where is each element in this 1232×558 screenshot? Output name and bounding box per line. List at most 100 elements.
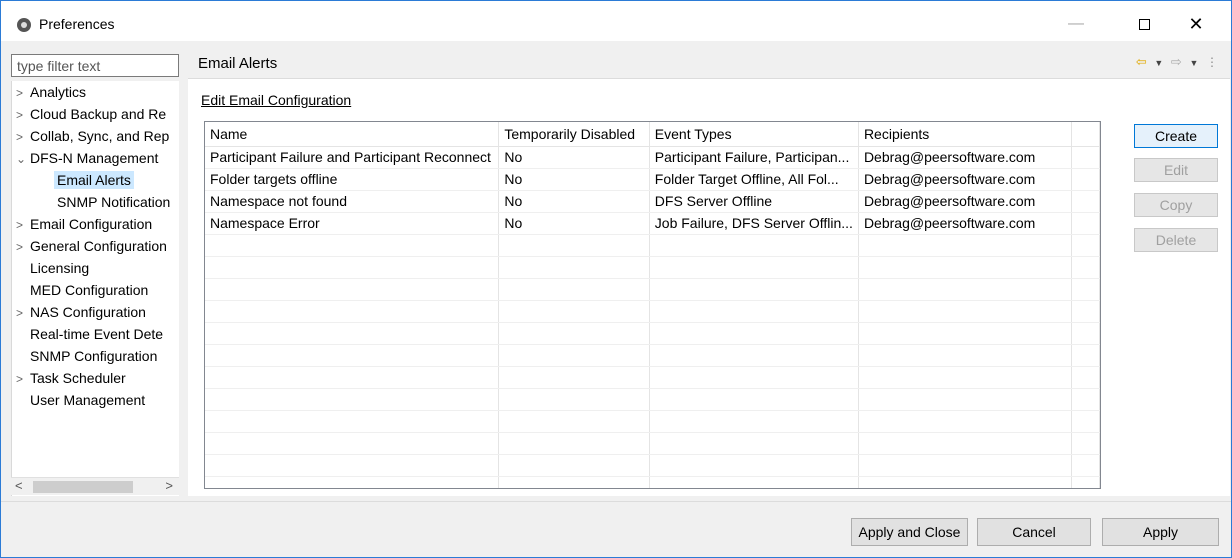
bottom-separator xyxy=(1,501,1231,502)
cell-temporarily-disabled: No xyxy=(498,168,650,191)
expand-icon[interactable]: > xyxy=(16,214,30,236)
tree-item-label: SNMP Notification xyxy=(57,194,171,210)
title-bar: Preferences — ✕ xyxy=(1,1,1231,41)
copy-button[interactable]: Copy xyxy=(1134,193,1218,217)
tree-item-cloud-backup[interactable]: > Cloud Backup and Re xyxy=(16,103,166,125)
table-row[interactable]: Folder targets offline No Folder Target … xyxy=(205,168,1100,191)
empty-table-row xyxy=(205,344,1100,367)
tree-item-nas-configuration[interactable]: > NAS Configuration xyxy=(16,301,146,323)
cell-empty xyxy=(1071,168,1100,191)
create-button[interactable]: Create xyxy=(1134,124,1218,148)
cell-name: Namespace not found xyxy=(205,190,500,213)
tree-item-analytics[interactable]: > Analytics xyxy=(16,81,86,103)
page-navigation: ⇦ ▼ ⇨ ▼ ⋮ xyxy=(1132,54,1218,70)
empty-table-row xyxy=(205,454,1100,477)
minimize-button[interactable]: — xyxy=(1053,9,1099,39)
tree-item-licensing[interactable]: Licensing xyxy=(30,257,89,279)
tree-item-label: Collab, Sync, and Rep xyxy=(30,128,170,144)
cell-temporarily-disabled: No xyxy=(498,146,650,169)
tree-item-label: DFS-N Management xyxy=(30,150,159,166)
back-dropdown-icon[interactable]: ▼ xyxy=(1154,58,1163,68)
expand-icon[interactable]: > xyxy=(16,82,30,104)
empty-table-row xyxy=(205,322,1100,345)
tree-item-real-time-event[interactable]: Real-time Event Dete xyxy=(30,323,163,345)
empty-table-row xyxy=(205,278,1100,301)
tree-item-label: SNMP Configuration xyxy=(30,348,158,364)
minimize-icon: — xyxy=(1068,15,1084,32)
tree-horizontal-scrollbar[interactable]: < > xyxy=(11,477,179,495)
tree-item-label: Real-time Event Dete xyxy=(30,326,164,342)
tree-item-email-alerts[interactable]: Email Alerts xyxy=(54,169,134,191)
delete-button[interactable]: Delete xyxy=(1134,228,1218,252)
cell-event-types: Folder Target Offline, All Fol... xyxy=(649,168,859,191)
table-row[interactable]: Namespace not found No DFS Server Offlin… xyxy=(205,190,1100,213)
tree-item-email-configuration[interactable]: > Email Configuration xyxy=(16,213,152,235)
preferences-window: Preferences — ✕ >Analytics >Cloud Backup… xyxy=(0,0,1232,558)
scroll-thumb[interactable] xyxy=(33,481,133,493)
expand-icon[interactable]: > xyxy=(16,126,30,148)
tree-item-label: Email Configuration xyxy=(30,216,153,232)
expand-icon[interactable]: > xyxy=(16,302,30,324)
cell-empty xyxy=(1071,212,1100,235)
close-button[interactable]: ✕ xyxy=(1173,9,1219,39)
maximize-button[interactable] xyxy=(1121,9,1167,39)
cell-name: Namespace Error xyxy=(205,212,500,235)
tree-item-label: User Management xyxy=(30,392,146,408)
column-header-recipients[interactable]: Recipients xyxy=(858,122,1073,147)
column-header-empty xyxy=(1071,122,1100,147)
table-header-row: Name Temporarily Disabled Event Types Re… xyxy=(205,122,1100,147)
scroll-left-icon[interactable]: < xyxy=(15,478,23,493)
empty-table-row xyxy=(205,410,1100,433)
tree-item-dfs-n-management[interactable]: ⌄ DFS-N Management xyxy=(16,147,158,169)
tree-item-label: MED Configuration xyxy=(30,282,149,298)
column-header-event-types[interactable]: Event Types xyxy=(649,122,859,147)
cell-temporarily-disabled: No xyxy=(498,190,650,213)
empty-table-row xyxy=(205,366,1100,389)
forward-dropdown-icon[interactable]: ▼ xyxy=(1189,58,1198,68)
cell-recipients: Debrag@peersoftware.com xyxy=(858,168,1073,191)
scroll-right-icon[interactable]: > xyxy=(165,478,173,493)
window-title: Preferences xyxy=(39,16,115,32)
forward-arrow-icon[interactable]: ⇨ xyxy=(1171,54,1182,70)
expand-icon[interactable]: > xyxy=(16,236,30,258)
column-header-name[interactable]: Name xyxy=(205,122,500,147)
tree-item-collab-sync[interactable]: > Collab, Sync, and Rep xyxy=(16,125,169,147)
tree-item-user-management[interactable]: User Management xyxy=(30,389,145,411)
edit-email-configuration-link[interactable]: Edit Email Configuration xyxy=(201,92,351,108)
table-row[interactable]: Namespace Error No Job Failure, DFS Serv… xyxy=(205,212,1100,235)
cancel-button[interactable]: Cancel xyxy=(977,518,1091,546)
page-title: Email Alerts xyxy=(198,55,278,72)
cell-recipients: Debrag@peersoftware.com xyxy=(858,190,1073,213)
cell-empty xyxy=(1071,190,1100,213)
empty-table-row xyxy=(205,432,1100,455)
edit-button[interactable]: Edit xyxy=(1134,158,1218,182)
cell-empty xyxy=(1071,146,1100,169)
empty-table-row xyxy=(205,300,1100,323)
tree-item-snmp-configuration[interactable]: SNMP Configuration xyxy=(30,345,157,367)
empty-table-row xyxy=(205,256,1100,279)
collapse-icon[interactable]: ⌄ xyxy=(16,148,30,170)
table-row[interactable]: Participant Failure and Participant Reco… xyxy=(205,146,1100,169)
cell-name: Participant Failure and Participant Reco… xyxy=(205,146,500,169)
view-menu-icon[interactable]: ⋮ xyxy=(1206,55,1218,69)
tree-item-general-configuration[interactable]: > General Configuration xyxy=(16,235,167,257)
empty-table-row xyxy=(205,388,1100,411)
tree-item-task-scheduler[interactable]: > Task Scheduler xyxy=(16,367,126,389)
back-arrow-icon[interactable]: ⇦ xyxy=(1136,54,1147,70)
cell-event-types: Participant Failure, Participan... xyxy=(649,146,859,169)
expand-icon[interactable]: > xyxy=(16,104,30,126)
tree-item-label: General Configuration xyxy=(30,238,167,254)
column-header-temporarily-disabled[interactable]: Temporarily Disabled xyxy=(498,122,650,147)
tree-item-label: Task Scheduler xyxy=(30,370,126,386)
apply-and-close-button[interactable]: Apply and Close xyxy=(851,518,968,546)
tree-item-label: Email Alerts xyxy=(54,171,134,189)
cell-name: Folder targets offline xyxy=(205,168,500,191)
cell-recipients: Debrag@peersoftware.com xyxy=(858,146,1073,169)
apply-button[interactable]: Apply xyxy=(1102,518,1219,546)
expand-icon[interactable]: > xyxy=(16,368,30,390)
tree-item-snmp-notification[interactable]: SNMP Notification xyxy=(57,191,170,213)
tree-item-med-configuration[interactable]: MED Configuration xyxy=(30,279,148,301)
cell-recipients: Debrag@peersoftware.com xyxy=(858,212,1073,235)
filter-input[interactable] xyxy=(11,54,179,77)
page-header: Email Alerts ⇦ ▼ ⇨ ▼ ⋮ xyxy=(188,46,1230,79)
